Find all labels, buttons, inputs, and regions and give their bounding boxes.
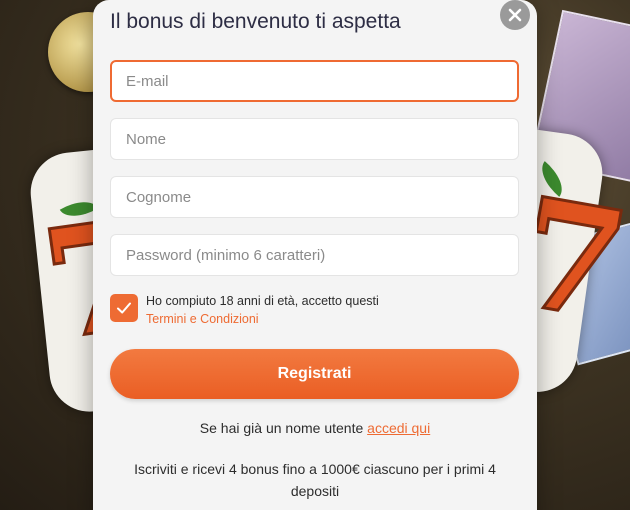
consent-label: Ho compiuto 18 anni di età, accetto ques… <box>146 294 379 308</box>
name-field[interactable] <box>110 118 519 160</box>
modal-title: Il bonus di benvenuto ti aspetta <box>110 10 401 33</box>
age-terms-consent: Ho compiuto 18 anni di età, accetto ques… <box>110 292 519 328</box>
checkmark-icon <box>117 302 131 314</box>
close-icon <box>508 8 522 22</box>
email-field[interactable] <box>110 60 519 102</box>
promo-text: Iscriviti e ricevi 4 bonus fino a 1000€ … <box>134 461 496 499</box>
terms-link[interactable]: Termini e Condizioni <box>146 312 259 326</box>
register-button[interactable]: Registrati <box>110 349 519 399</box>
login-prompt: Se hai già un nome utente accedi qui <box>93 420 537 436</box>
consent-checkbox[interactable] <box>110 294 138 322</box>
surname-field[interactable] <box>110 176 519 218</box>
password-field[interactable] <box>110 234 519 276</box>
page: 7 7 Il bonus di benvenuto ti aspetta Ho … <box>0 0 630 510</box>
registration-modal: Il bonus di benvenuto ti aspetta Ho comp… <box>93 0 537 510</box>
login-prompt-text: Se hai già un nome utente <box>199 420 364 436</box>
close-button[interactable] <box>500 0 530 30</box>
login-link[interactable]: accedi qui <box>367 420 430 436</box>
consent-text: Ho compiuto 18 anni di età, accetto ques… <box>146 292 379 328</box>
